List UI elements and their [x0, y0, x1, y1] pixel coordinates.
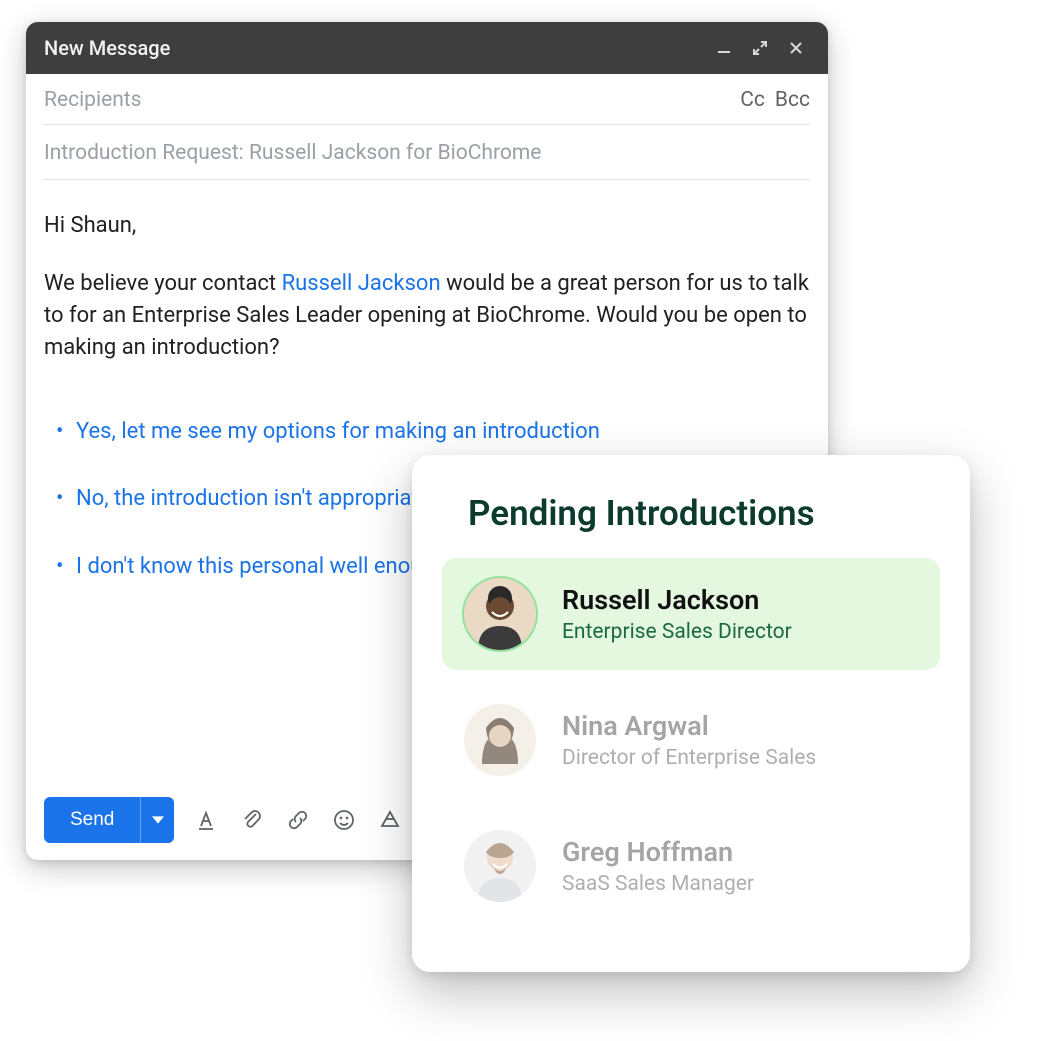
- drive-icon[interactable]: [376, 806, 404, 834]
- intro-name: Nina Argwal: [562, 710, 816, 742]
- msg-before: We believe your contact: [44, 271, 282, 296]
- send-more-button[interactable]: [140, 797, 174, 843]
- send-button[interactable]: Send: [44, 797, 140, 843]
- subject-field[interactable]: Introduction Request: Russell Jackson fo…: [44, 125, 810, 180]
- greeting-line: Hi Shaun,: [44, 210, 810, 242]
- intro-row-russell[interactable]: Russell Jackson Enterprise Sales Directo…: [442, 558, 940, 670]
- recipients-field[interactable]: Recipients Cc Bcc: [44, 74, 810, 125]
- option-yes[interactable]: Yes, let me see my options for making an…: [76, 416, 810, 448]
- minimize-icon[interactable]: [710, 34, 738, 62]
- compose-title: New Message: [44, 36, 170, 60]
- avatar: [464, 830, 536, 902]
- subject-text: Introduction Request: Russell Jackson fo…: [44, 141, 541, 165]
- send-group: Send: [44, 797, 174, 843]
- text-format-icon[interactable]: [192, 806, 220, 834]
- cc-button[interactable]: Cc: [740, 88, 765, 112]
- intro-name: Russell Jackson: [562, 584, 792, 616]
- close-icon[interactable]: [782, 34, 810, 62]
- expand-icon[interactable]: [746, 34, 774, 62]
- message-paragraph: We believe your contact Russell Jackson …: [44, 268, 810, 364]
- attachment-icon[interactable]: [238, 806, 266, 834]
- intro-row-nina[interactable]: Nina Argwal Director of Enterprise Sales: [442, 684, 940, 796]
- bcc-button[interactable]: Bcc: [775, 88, 810, 112]
- contact-link[interactable]: Russell Jackson: [282, 271, 441, 296]
- intro-text: Nina Argwal Director of Enterprise Sales: [562, 710, 816, 770]
- intro-title: Director of Enterprise Sales: [562, 746, 816, 770]
- avatar: [464, 578, 536, 650]
- compose-header: New Message: [26, 22, 828, 74]
- emoji-icon[interactable]: [330, 806, 358, 834]
- intro-text: Greg Hoffman SaaS Sales Manager: [562, 836, 754, 896]
- intro-name: Greg Hoffman: [562, 836, 754, 868]
- recipients-placeholder: Recipients: [44, 88, 730, 112]
- intro-text: Russell Jackson Enterprise Sales Directo…: [562, 584, 792, 644]
- link-icon[interactable]: [284, 806, 312, 834]
- pending-title: Pending Introductions: [468, 493, 940, 534]
- avatar: [464, 704, 536, 776]
- intro-row-greg[interactable]: Greg Hoffman SaaS Sales Manager: [442, 810, 940, 922]
- pending-intros-card: Pending Introductions Russell Jackson En…: [412, 455, 970, 972]
- intro-title: SaaS Sales Manager: [562, 872, 754, 896]
- intro-title: Enterprise Sales Director: [562, 620, 792, 644]
